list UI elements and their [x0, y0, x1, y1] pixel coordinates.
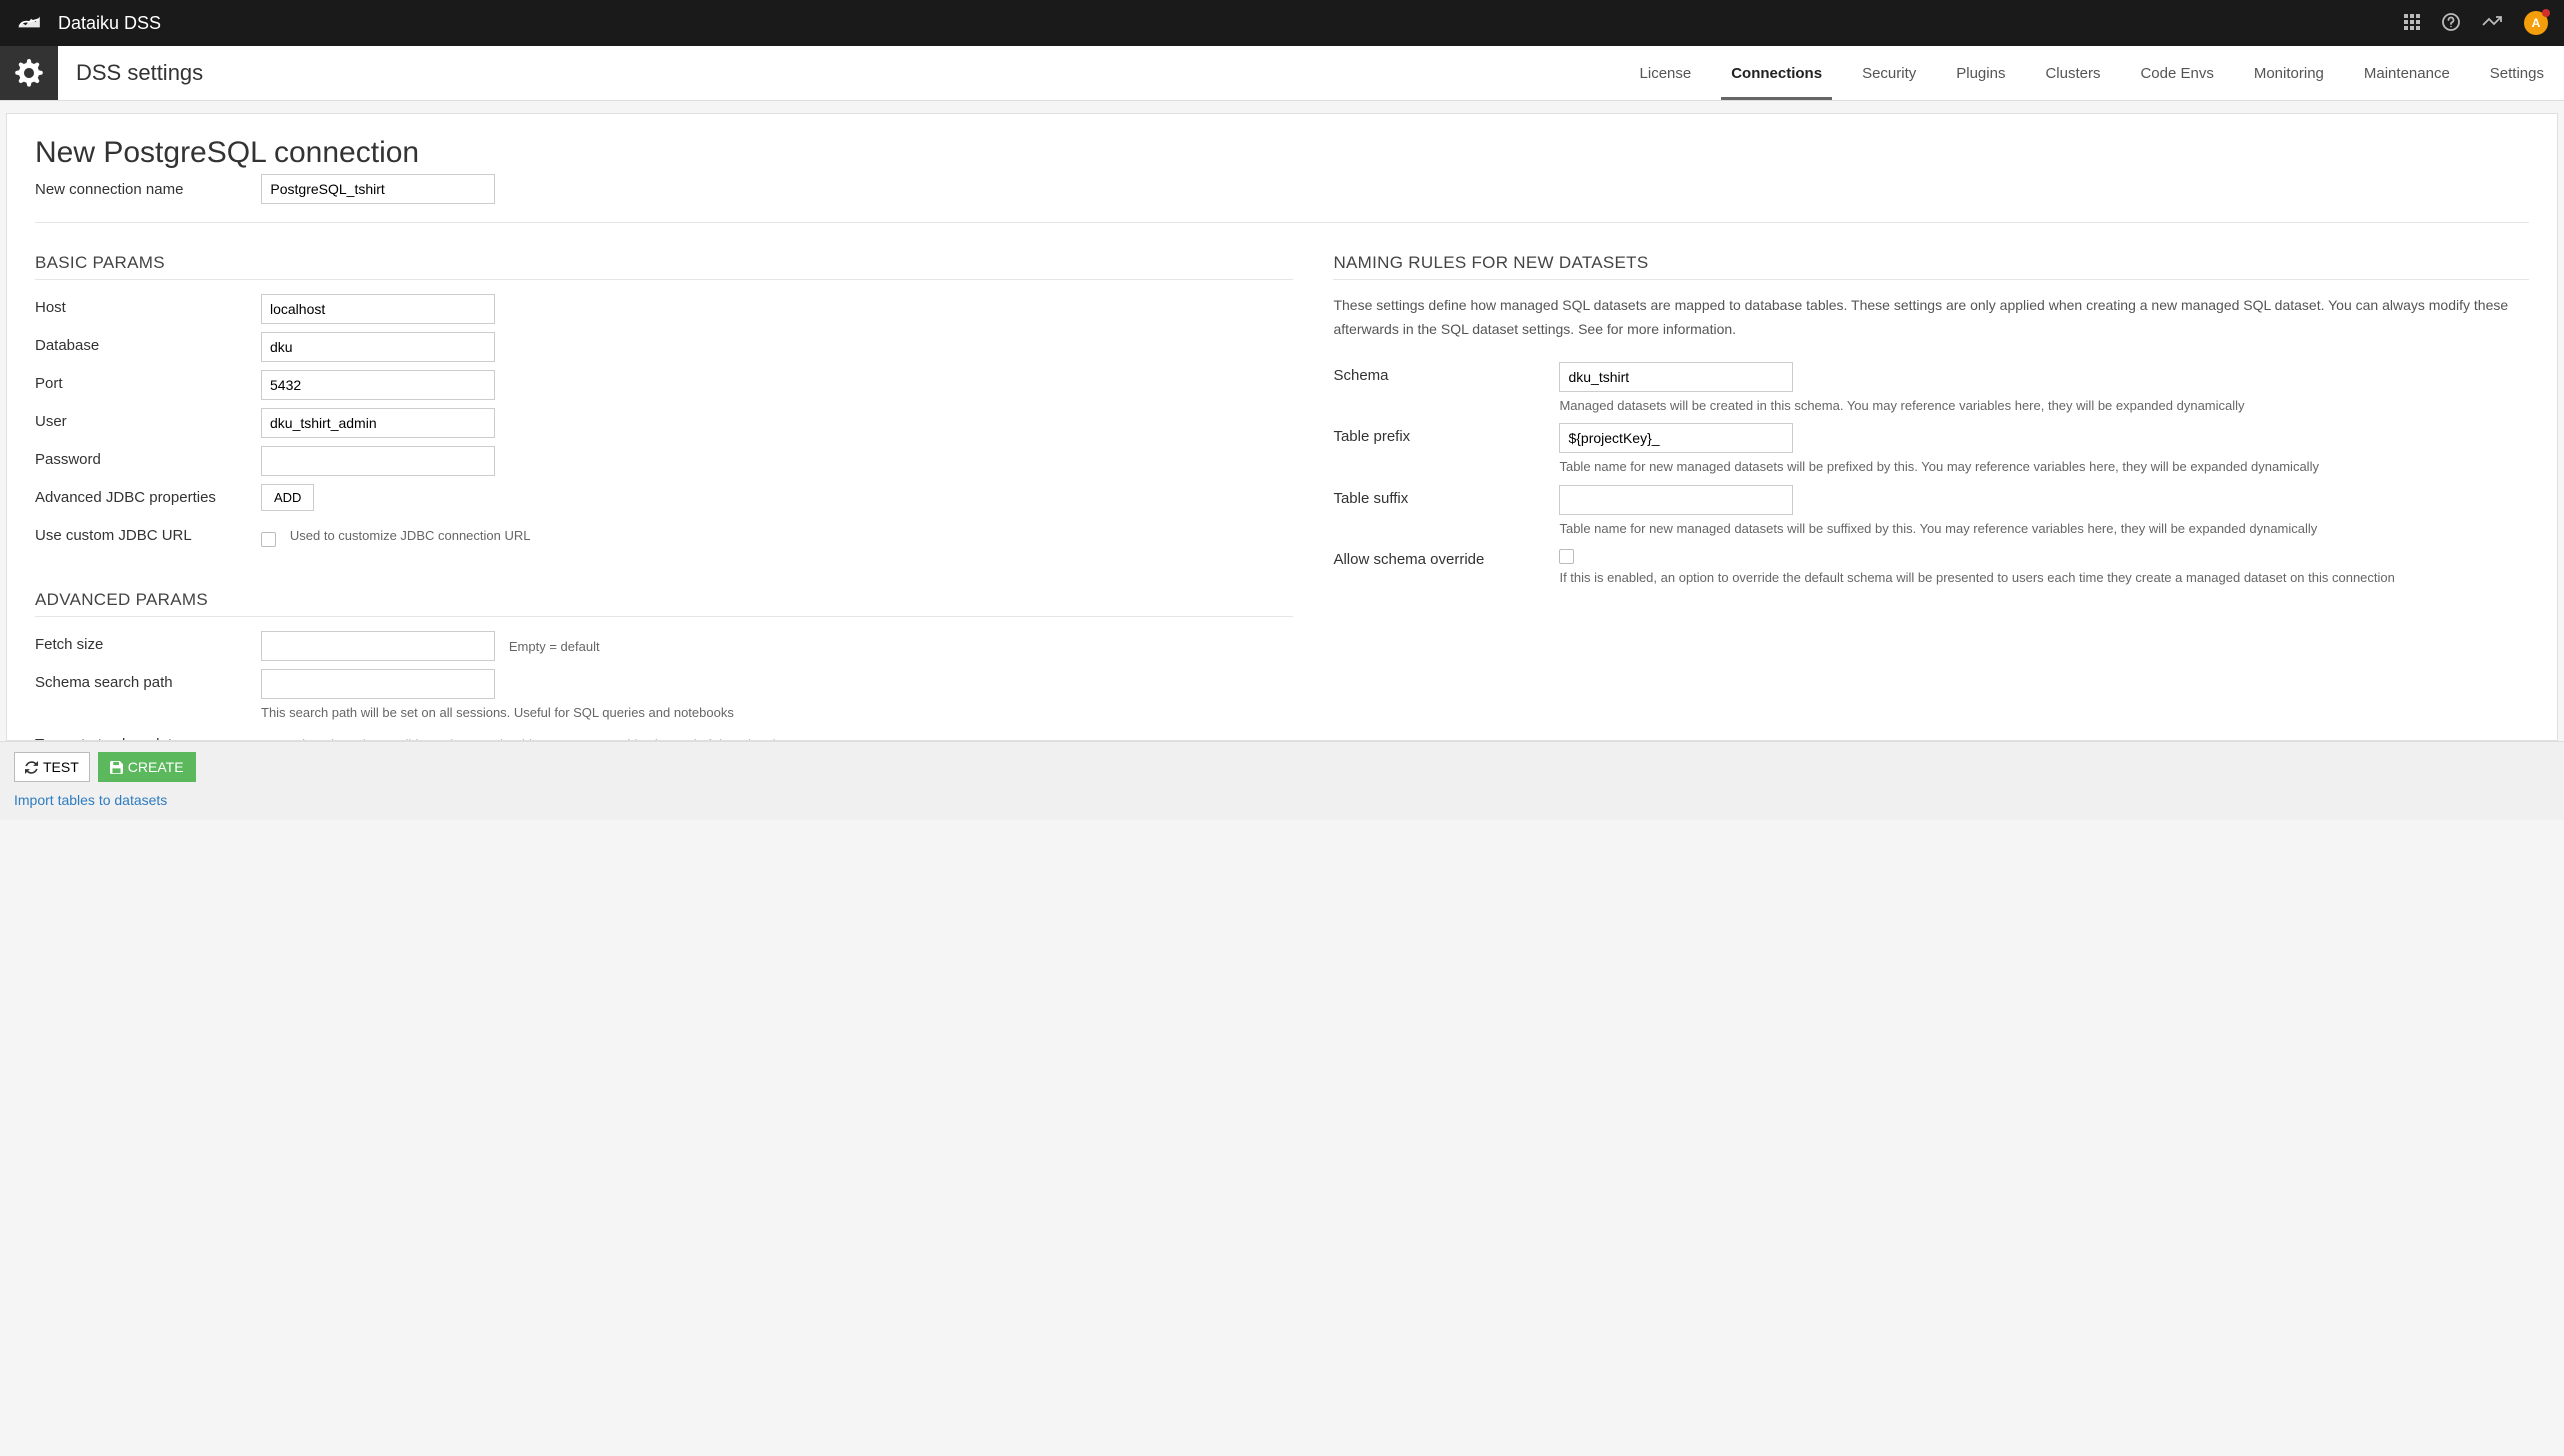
activity-icon[interactable]	[2482, 15, 2502, 32]
tab-connections[interactable]: Connections	[1711, 46, 1842, 100]
custom-jdbc-url-help: Used to customize JDBC connection URL	[290, 522, 531, 543]
help-icon[interactable]	[2442, 13, 2460, 34]
app-header: Dataiku DSS A	[0, 0, 2564, 46]
test-button[interactable]: TEST	[14, 752, 90, 782]
allow-schema-override-help: If this is enabled, an option to overrid…	[1559, 568, 2529, 588]
page-title: DSS settings	[58, 46, 221, 100]
test-button-label: TEST	[43, 759, 79, 775]
divider	[35, 222, 2529, 223]
user-avatar[interactable]: A	[2524, 11, 2548, 35]
connection-name-label: New connection name	[35, 181, 183, 198]
schema-search-help: This search path will be set on all sess…	[261, 703, 1293, 723]
tab-clusters[interactable]: Clusters	[2025, 46, 2120, 100]
schema-search-label: Schema search path	[35, 669, 261, 691]
allow-schema-override-label: Allow schema override	[1333, 546, 1559, 568]
database-input[interactable]	[261, 332, 495, 362]
tab-license[interactable]: License	[1620, 46, 1712, 100]
adv-jdbc-label: Advanced JDBC properties	[35, 484, 261, 506]
create-button-label: CREATE	[128, 759, 184, 775]
footer-bar: TEST CREATE Import tables to datasets	[0, 741, 2564, 820]
host-label: Host	[35, 294, 261, 316]
schema-search-input[interactable]	[261, 669, 495, 699]
user-label: User	[35, 408, 261, 430]
user-input[interactable]	[261, 408, 495, 438]
import-tables-link[interactable]: Import tables to datasets	[14, 792, 167, 808]
tab-monitoring[interactable]: Monitoring	[2234, 46, 2344, 100]
password-label: Password	[35, 446, 261, 468]
tab-maintenance[interactable]: Maintenance	[2344, 46, 2470, 100]
table-suffix-help: Table name for new managed datasets will…	[1559, 519, 2529, 539]
fetch-size-input[interactable]	[261, 631, 495, 661]
password-input[interactable]	[261, 446, 495, 476]
table-suffix-label: Table suffix	[1333, 485, 1559, 507]
page-heading: New PostgreSQL connection	[35, 136, 2529, 170]
table-prefix-label: Table prefix	[1333, 423, 1559, 445]
naming-rules-description: These settings define how managed SQL da…	[1333, 294, 2529, 342]
bird-logo-icon[interactable]	[16, 12, 42, 35]
schema-label: Schema	[1333, 362, 1559, 384]
settings-gear-box[interactable]	[0, 46, 58, 100]
create-button[interactable]: CREATE	[98, 752, 196, 782]
tab-code-envs[interactable]: Code Envs	[2120, 46, 2233, 100]
save-icon	[110, 761, 123, 774]
port-input[interactable]	[261, 370, 495, 400]
custom-jdbc-url-label: Use custom JDBC URL	[35, 522, 261, 544]
schema-help: Managed datasets will be created in this…	[1559, 396, 2529, 416]
fetch-size-label: Fetch size	[35, 631, 261, 653]
allow-schema-override-checkbox[interactable]	[1559, 549, 1574, 564]
table-suffix-input[interactable]	[1559, 485, 1793, 515]
apps-grid-icon[interactable]	[2404, 14, 2420, 33]
basic-params-title: BASIC PARAMS	[35, 253, 1293, 280]
advanced-params-title: ADVANCED PARAMS	[35, 590, 1293, 617]
naming-rules-title: NAMING RULES FOR NEW DATASETS	[1333, 253, 2529, 280]
app-title: Dataiku DSS	[58, 13, 161, 34]
sub-header: DSS settings License Connections Securit…	[0, 46, 2564, 101]
fetch-size-help: Empty = default	[509, 633, 600, 654]
add-jdbc-property-button[interactable]: ADD	[261, 484, 314, 511]
truncate-help: When the columns did not change, should …	[290, 731, 805, 742]
table-prefix-help: Table name for new managed datasets will…	[1559, 457, 2529, 477]
tab-settings[interactable]: Settings	[2470, 46, 2564, 100]
host-input[interactable]	[261, 294, 495, 324]
tab-plugins[interactable]: Plugins	[1936, 46, 2025, 100]
settings-tabs: License Connections Security Plugins Clu…	[1620, 46, 2564, 100]
truncate-label: Truncate to clear data	[35, 731, 261, 742]
custom-jdbc-url-checkbox[interactable]	[261, 532, 276, 547]
port-label: Port	[35, 370, 261, 392]
connection-form-panel: New PostgreSQL connection New connection…	[6, 113, 2558, 741]
database-label: Database	[35, 332, 261, 354]
refresh-icon	[25, 761, 38, 774]
schema-input[interactable]	[1559, 362, 1793, 392]
connection-name-input[interactable]	[261, 174, 495, 204]
table-prefix-input[interactable]	[1559, 423, 1793, 453]
tab-security[interactable]: Security	[1842, 46, 1936, 100]
